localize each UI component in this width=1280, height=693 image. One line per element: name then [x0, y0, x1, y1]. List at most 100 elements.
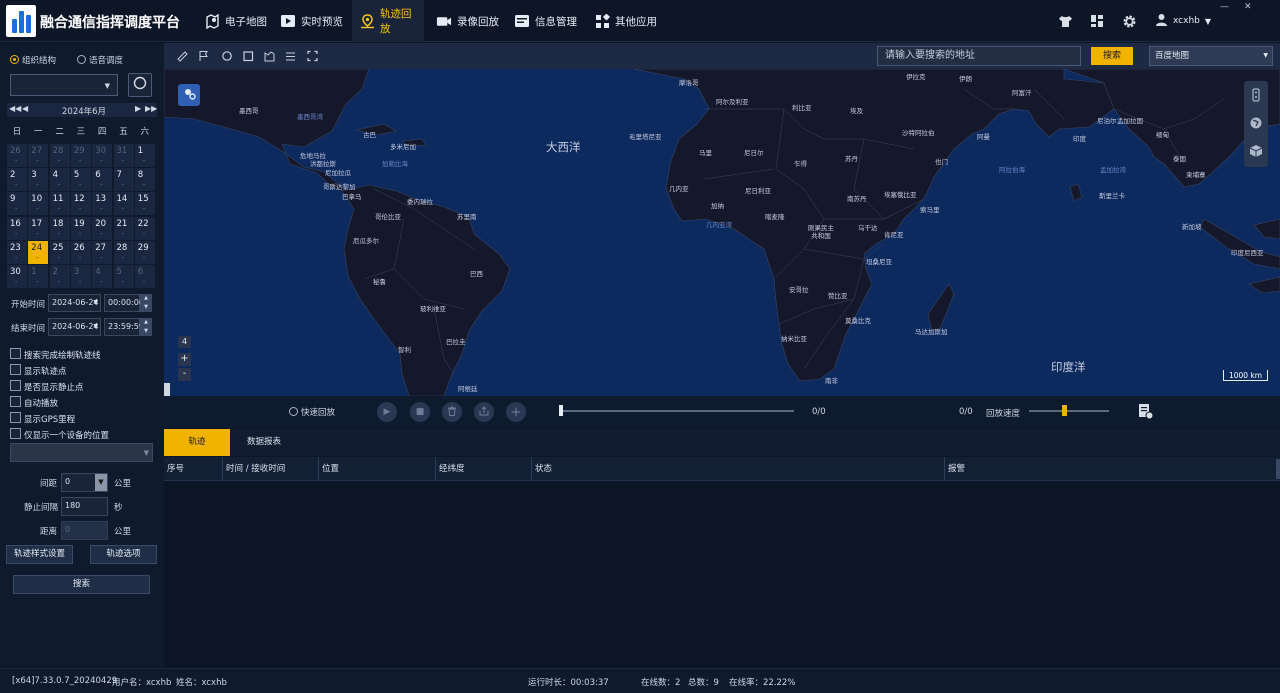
interval-select[interactable]: 0 ▼	[61, 473, 108, 492]
calendar-day[interactable]: 6	[134, 265, 155, 288]
mode-voice-radio[interactable]: 语音调度	[77, 54, 123, 66]
calendar-day[interactable]: 16	[7, 216, 27, 240]
col-index[interactable]: 序号	[164, 457, 184, 481]
path-draw-icon[interactable]	[286, 52, 295, 61]
end-time-spinner[interactable]: ▲ ▼	[140, 318, 152, 336]
start-date-input[interactable]: 2024-06-24 ▼	[48, 294, 101, 312]
start-time-spinner[interactable]: ▲ ▼	[140, 294, 152, 312]
rectangle-draw-icon[interactable]	[243, 51, 254, 62]
calendar-day[interactable]: 25	[49, 240, 70, 264]
col-location[interactable]: 位置	[318, 457, 339, 481]
calendar-day[interactable]: 20	[92, 216, 113, 240]
traffic-icon[interactable]	[1249, 88, 1263, 105]
layout-grid-icon[interactable]	[1089, 13, 1105, 29]
skin-tshirt-icon[interactable]	[1057, 13, 1073, 29]
left-search-button[interactable]: 搜索	[13, 575, 150, 594]
export-button[interactable]	[474, 402, 494, 422]
track-options-button[interactable]: 轨迹选项	[90, 545, 157, 564]
fast-playback-radio[interactable]: 快速回放	[289, 406, 335, 418]
ruler-icon[interactable]	[177, 51, 188, 62]
user-menu[interactable]: xcxhb ▼	[1155, 13, 1211, 29]
calendar-day[interactable]: 17	[28, 216, 49, 240]
progress-handle[interactable]	[559, 405, 563, 416]
calendar-day[interactable]: 29	[70, 144, 91, 167]
end-date-input[interactable]: 2024-06-24 ▼	[48, 318, 101, 336]
calendar-day[interactable]: 14	[113, 192, 134, 216]
device-select[interactable]: ▼	[10, 443, 153, 462]
calendar-day[interactable]: 27	[28, 144, 49, 167]
calendar-day[interactable]: 29	[134, 240, 155, 264]
nav-info-management[interactable]: 信息管理	[506, 0, 585, 42]
distance-input[interactable]: 0	[61, 521, 108, 540]
table-scrollbar[interactable]	[1276, 459, 1280, 479]
calendar-day[interactable]: 15	[134, 192, 155, 216]
start-time-input[interactable]: 00:00:00	[104, 294, 144, 312]
nav-track-playback[interactable]: 轨迹回放	[352, 0, 424, 42]
progress-track[interactable]	[560, 410, 794, 412]
map-type-select[interactable]: 百度地图 ▼	[1149, 46, 1273, 66]
option-checkbox[interactable]	[10, 380, 21, 391]
option-checkbox[interactable]	[10, 396, 21, 407]
mode-org-radio[interactable]: 组织结构	[10, 54, 56, 66]
col-coordinates[interactable]: 经纬度	[435, 457, 465, 481]
nav-other-apps[interactable]: 其他应用	[586, 0, 665, 42]
calendar-day[interactable]: 23	[7, 240, 27, 264]
option-checkbox[interactable]	[10, 364, 21, 375]
zoom-in-button[interactable]: +	[178, 353, 191, 366]
3d-cube-icon[interactable]	[1249, 144, 1263, 161]
calendar-day[interactable]: 10	[28, 192, 49, 216]
nav-record-playback[interactable]: 录像回放	[428, 0, 507, 42]
calendar-day[interactable]: 31	[113, 144, 134, 167]
calendar-day[interactable]: 19	[70, 216, 91, 240]
calendar-day[interactable]: 30	[7, 265, 27, 288]
calendar-day[interactable]: 24	[28, 240, 49, 264]
nav-electronic-map[interactable]: 电子地图	[196, 0, 275, 42]
calendar-day[interactable]: 18	[49, 216, 70, 240]
add-button[interactable]: +	[506, 402, 526, 422]
calendar-day[interactable]: 26	[70, 240, 91, 264]
calendar-day[interactable]: 12	[70, 192, 91, 216]
zoom-out-button[interactable]: -	[178, 368, 191, 381]
calendar-day[interactable]: 7	[113, 168, 134, 192]
nav-live-preview[interactable]: 实时预览	[272, 0, 351, 42]
option-checkbox[interactable]	[10, 348, 21, 359]
map-canvas[interactable]: 大西洋 印度洋 墨西哥 墨西哥湾 古巴 多米尼加 加勒比海 危地马拉 洪都拉斯 …	[164, 69, 1280, 396]
calendar-day[interactable]: 2	[49, 265, 70, 288]
play-button[interactable]: ▶	[377, 402, 397, 422]
calendar-day[interactable]: 5	[113, 265, 134, 288]
stop-button[interactable]: ■	[410, 402, 430, 422]
calendar-day[interactable]: 11	[49, 192, 70, 216]
minimize-button[interactable]: —	[1220, 2, 1229, 12]
calendar-day[interactable]: 9	[7, 192, 27, 216]
calendar-day[interactable]: 28	[49, 144, 70, 167]
end-time-input[interactable]: 23:59:59	[104, 318, 144, 336]
option-checkbox[interactable]	[10, 412, 21, 423]
calendar-day[interactable]: 26	[7, 144, 27, 167]
delete-button[interactable]	[442, 402, 462, 422]
zoom-slider-handle[interactable]	[164, 383, 170, 396]
org-select[interactable]: ▼	[10, 74, 118, 96]
settings-gear-icon[interactable]	[1121, 13, 1137, 29]
flag-icon[interactable]	[199, 51, 208, 62]
calendar-day[interactable]: 4	[49, 168, 70, 192]
calendar-day[interactable]: 2	[7, 168, 27, 192]
calendar-day[interactable]: 1	[134, 144, 155, 167]
calendar-day[interactable]: 3	[70, 265, 91, 288]
calendar-day[interactable]: 22	[134, 216, 155, 240]
calendar-day[interactable]: 3	[28, 168, 49, 192]
tab-track[interactable]: 轨迹	[164, 429, 230, 456]
map-layer-button[interactable]	[178, 84, 200, 106]
next-month-icon[interactable]: ▶	[135, 104, 141, 113]
satellite-globe-icon[interactable]	[1249, 116, 1263, 133]
close-button[interactable]: ✕	[1244, 2, 1252, 12]
col-status[interactable]: 状态	[531, 457, 552, 481]
calendar-day[interactable]: 8	[134, 168, 155, 192]
fullscreen-icon[interactable]	[307, 50, 318, 62]
speed-track[interactable]	[1029, 410, 1109, 412]
export-report-icon[interactable]	[1138, 403, 1154, 423]
tab-data-report[interactable]: 数据报表	[234, 429, 294, 456]
org-search-button[interactable]	[128, 73, 152, 97]
calendar-day[interactable]: 1	[28, 265, 49, 288]
col-time[interactable]: 时间 / 接收时间	[222, 457, 285, 481]
calendar-day[interactable]: 13	[92, 192, 113, 216]
